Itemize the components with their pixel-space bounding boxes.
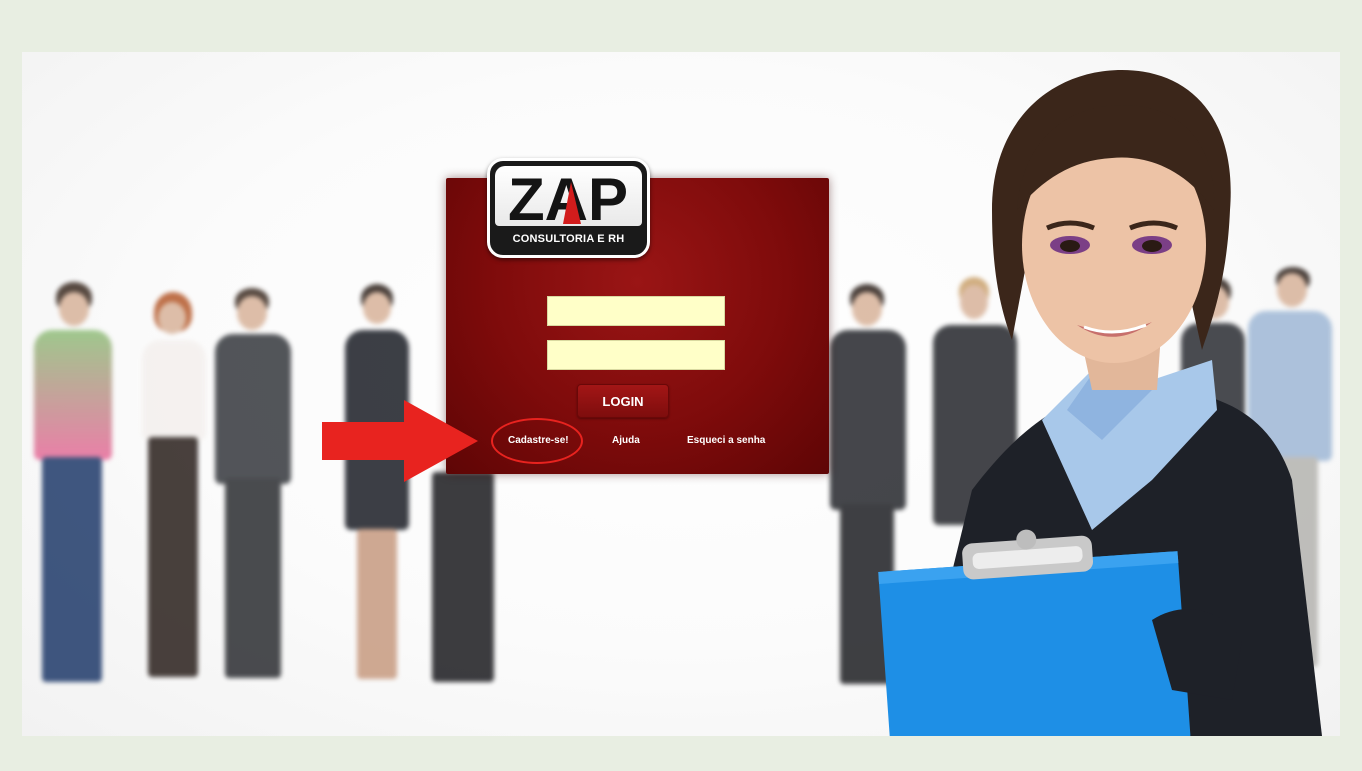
password-input[interactable]: [547, 340, 725, 370]
company-logo: ZAP CONSULTORIA E RH: [487, 158, 650, 258]
background-person: [132, 292, 212, 692]
login-button[interactable]: LOGIN: [577, 384, 669, 418]
businesswoman-photo: [878, 70, 1322, 736]
logo-badge: ZAP: [495, 166, 642, 226]
background-person: [207, 288, 297, 688]
help-link[interactable]: Ajuda: [612, 435, 640, 446]
screenshot-frame: ZAP CONSULTORIA E RH LOGIN Cadastre-se! …: [0, 0, 1362, 771]
highlight-circle-annotation: [491, 418, 583, 464]
username-input[interactable]: [547, 296, 725, 326]
logo-subtitle: CONSULTORIA E RH: [512, 233, 625, 245]
background-person: [422, 472, 502, 692]
right-arrow-icon: [322, 400, 478, 482]
background-person: [26, 282, 116, 702]
forgot-password-link[interactable]: Esqueci a senha: [687, 435, 765, 446]
logo-wordmark: ZAP: [508, 166, 628, 226]
background-person: [337, 284, 417, 694]
